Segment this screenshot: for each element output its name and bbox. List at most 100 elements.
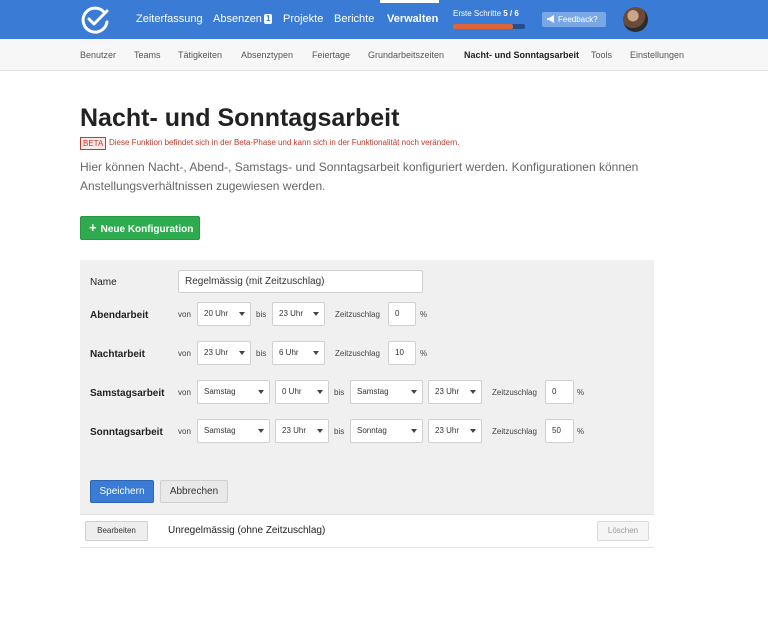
chevron-down-icon (317, 390, 323, 394)
subnav-tools[interactable]: Tools (591, 50, 612, 60)
subnav-feiertage[interactable]: Feiertage (312, 50, 350, 60)
nav-zeiterfassung[interactable]: Zeiterfassung (136, 13, 203, 25)
nacht-zuschlag-label: Zeitzuschlag (335, 349, 380, 358)
samstag-von-label: von (178, 388, 191, 397)
chevron-down-icon (239, 351, 245, 355)
name-label: Name (90, 277, 117, 288)
nacht-to-select[interactable]: 6 Uhr (272, 341, 325, 365)
samstag-to-time-select[interactable]: 23 Uhr (428, 380, 482, 404)
nacht-from-select[interactable]: 23 Uhr (197, 341, 251, 365)
percent-sign: % (420, 349, 428, 358)
chevron-down-icon (313, 351, 319, 355)
chevron-down-icon (313, 312, 319, 316)
samstag-to-day-select[interactable]: Samstag (350, 380, 423, 404)
beta-notice: Diese Funktion befindet sich in der Beta… (109, 138, 460, 147)
abend-to-value: 23 Uhr (279, 309, 304, 318)
save-button[interactable]: Speichern (90, 480, 154, 503)
subnav-grundarbeitszeiten[interactable]: Grundarbeitszeiten (368, 50, 444, 60)
subnav-absenztypen[interactable]: Absenztypen (241, 50, 293, 60)
subnav-taetigkeiten[interactable]: Tätigkeiten (178, 50, 222, 60)
sonntag-to-day-select[interactable]: Sonntag (350, 419, 423, 443)
new-configuration-label: Neue Konfiguration (100, 224, 194, 235)
percent-sign: % (420, 310, 428, 319)
samstag-bis-label: bis (334, 388, 345, 397)
sonntag-zuschlag-input[interactable]: 50 (545, 419, 574, 443)
sonntag-from-time-value: 23 Uhr (282, 426, 307, 435)
active-nav-indicator (380, 0, 439, 3)
megaphone-icon (547, 15, 554, 23)
chevron-down-icon (239, 312, 245, 316)
abend-zuschlag-input[interactable]: 0 (388, 302, 416, 326)
chevron-down-icon (411, 429, 417, 433)
steps-value: 5 / 6 (503, 9, 519, 18)
samstag-from-day-value: Samstag (204, 387, 236, 396)
samstagsarbeit-label: Samstagsarbeit (90, 388, 165, 399)
new-configuration-button[interactable]: + Neue Konfiguration (80, 216, 200, 240)
subnav-teams[interactable]: Teams (134, 50, 161, 60)
sonntag-von-label: von (178, 427, 191, 436)
cancel-button[interactable]: Abbrechen (160, 480, 228, 503)
samstag-from-day-select[interactable]: Samstag (197, 380, 270, 404)
chevron-down-icon (411, 390, 417, 394)
sonntag-from-time-select[interactable]: 23 Uhr (275, 419, 329, 443)
sonntag-to-time-value: 23 Uhr (435, 426, 460, 435)
nav-absenzen-label: Absenzen (213, 13, 262, 25)
sonntag-bis-label: bis (334, 427, 345, 436)
subnav-einstellungen[interactable]: Einstellungen (630, 50, 684, 60)
nav-absenzen[interactable]: Absenzen 1 (213, 13, 273, 25)
onboarding-progress-bar (453, 24, 525, 29)
nacht-zuschlag-input[interactable]: 10 (388, 341, 416, 365)
samstag-zuschlag-label: Zeitzuschlag (492, 388, 537, 397)
nav-projekte[interactable]: Projekte (283, 13, 323, 25)
edit-button[interactable]: Bearbeiten (85, 521, 148, 541)
sonntag-from-day-value: Samstag (204, 426, 236, 435)
samstag-from-time-select[interactable]: 0 Uhr (275, 380, 329, 404)
configuration-name: Unregelmässig (ohne Zeitzuschlag) (168, 525, 326, 536)
abend-to-select[interactable]: 23 Uhr (272, 302, 325, 326)
abend-zuschlag-label: Zeitzuschlag (335, 310, 380, 319)
abend-from-select[interactable]: 20 Uhr (197, 302, 251, 326)
nacht-bis-label: bis (256, 349, 267, 358)
nav-berichte[interactable]: Berichte (334, 13, 374, 25)
chevron-down-icon (470, 429, 476, 433)
plus-icon: + (89, 220, 97, 235)
nacht-to-value: 6 Uhr (279, 348, 299, 357)
absenzen-count-badge: 1 (263, 14, 273, 24)
subnav-benutzer[interactable]: Benutzer (80, 50, 116, 60)
sonntag-from-day-select[interactable]: Samstag (197, 419, 270, 443)
configuration-list-item (80, 514, 654, 548)
samstag-from-time-value: 0 Uhr (282, 387, 302, 396)
percent-sign: % (577, 427, 585, 436)
abend-bis-label: bis (256, 310, 267, 319)
nacht-from-value: 23 Uhr (204, 348, 229, 357)
top-navigation-bar: Zeiterfassung Absenzen 1 Projekte Bericht… (0, 0, 768, 39)
sonntagsarbeit-label: Sonntagsarbeit (90, 427, 163, 438)
feedback-label: Feedback? (558, 15, 598, 24)
nachtarbeit-label: Nachtarbeit (90, 349, 146, 360)
nav-verwalten[interactable]: Verwalten (387, 13, 438, 25)
chevron-down-icon (258, 390, 264, 394)
abend-von-label: von (178, 310, 191, 319)
samstag-to-day-value: Samstag (357, 387, 389, 396)
chevron-down-icon (258, 429, 264, 433)
chevron-down-icon (317, 429, 323, 433)
feedback-button[interactable]: Feedback? (542, 12, 606, 27)
beta-badge: BETA (80, 137, 107, 150)
onboarding-steps[interactable]: Erste Schritte 5 / 6 (453, 9, 519, 18)
samstag-zuschlag-input[interactable]: 0 (545, 380, 574, 404)
sonntag-to-day-value: Sonntag (357, 426, 387, 435)
samstag-to-time-value: 23 Uhr (435, 387, 460, 396)
onboarding-progress-fill (453, 24, 513, 29)
percent-sign: % (577, 388, 585, 397)
sonntag-zuschlag-label: Zeitzuschlag (492, 427, 537, 436)
page-title: Nacht- und Sonntagsarbeit (80, 104, 400, 132)
checkmark-logo-icon[interactable] (80, 4, 112, 34)
delete-button[interactable]: Löschen (597, 521, 649, 541)
name-input[interactable]: Regelmässig (mit Zeitzuschlag) (178, 270, 423, 293)
sonntag-to-time-select[interactable]: 23 Uhr (428, 419, 482, 443)
abendarbeit-label: Abendarbeit (90, 310, 149, 321)
sub-navigation: Benutzer Teams Tätigkeiten Absenztypen F… (0, 39, 768, 71)
user-avatar[interactable] (623, 7, 648, 32)
subnav-nacht-sonntagsarbeit[interactable]: Nacht- und Sonntagsarbeit (464, 50, 579, 60)
chevron-down-icon (470, 390, 476, 394)
